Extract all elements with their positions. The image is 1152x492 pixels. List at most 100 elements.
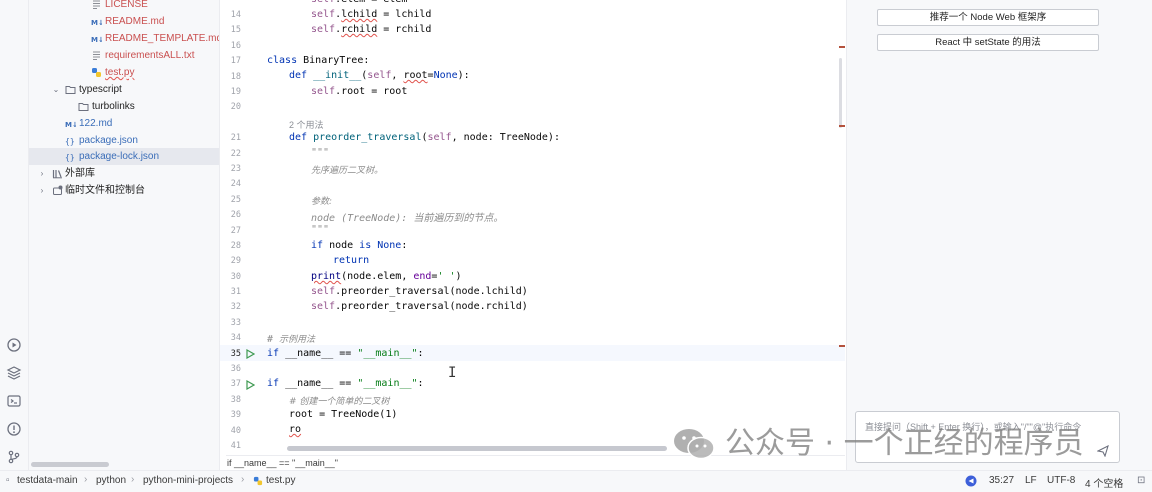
tree-item-typescript[interactable]: ⌄ typescript: [29, 81, 219, 98]
json-file-icon: {}: [65, 151, 76, 162]
line-number: 27: [230, 226, 241, 236]
code-line: ro: [289, 424, 302, 435]
line-number: 18: [230, 72, 241, 82]
breadcrumb-folder[interactable]: python: [96, 475, 126, 486]
code-editor[interactable]: 14 15 16 17 18 19 20 21 22 23 24 25 26 2…: [220, 0, 845, 455]
breadcrumb-separator: ›: [131, 474, 135, 485]
code-line: self.lchild = lchild: [311, 9, 432, 20]
breadcrumb-separator: ›: [241, 474, 245, 485]
project-root-icon: ▫: [6, 475, 10, 486]
tree-item-label: README_TEMPLATE.md: [105, 33, 220, 44]
line-ending[interactable]: LF: [1025, 475, 1037, 486]
line-number: 32: [230, 302, 241, 312]
code-line: class BinaryTree:: [267, 55, 370, 66]
error-stripe-marker[interactable]: [839, 46, 845, 48]
tree-item-label: package.json: [79, 135, 138, 146]
editor-gutter: 14 15 16 17 18 19 20 21 22 23 24 25 26 2…: [220, 0, 264, 455]
tree-item-scratches[interactable]: › 临时文件和控制台: [29, 182, 219, 199]
markdown-file-icon: M↓: [91, 33, 102, 44]
tree-item-readme[interactable]: M↓ README.md: [29, 13, 219, 30]
code-line: self.preorder_traversal(node.lchild): [311, 286, 528, 297]
scratch-icon: [52, 185, 63, 196]
chevron-right-icon[interactable]: ›: [37, 165, 47, 182]
line-number: 40: [230, 426, 241, 436]
run-icon[interactable]: [245, 380, 255, 390]
tree-horizontal-scrollbar[interactable]: [31, 462, 109, 467]
suggestion-button[interactable]: React 中 setState 的用法: [877, 34, 1099, 51]
breadcrumb-project[interactable]: testdata-main: [17, 475, 78, 486]
line-number: 29: [230, 256, 241, 266]
json-file-icon: {}: [65, 135, 76, 146]
svg-text:M↓: M↓: [91, 36, 102, 44]
code-line: self.rchild = rchild: [311, 24, 432, 35]
usage-hint[interactable]: 2 个用法: [289, 118, 324, 131]
tree-item-label: 临时文件和控制台: [65, 185, 145, 196]
lock-icon[interactable]: ⊡: [1137, 475, 1145, 486]
line-number: 17: [230, 56, 241, 66]
code-line: return: [333, 255, 370, 266]
tree-item-readme-template[interactable]: M↓ README_TEMPLATE.md: [29, 30, 219, 47]
python-file-icon: [91, 67, 102, 78]
error-stripe-marker[interactable]: [839, 125, 845, 127]
ai-assistant-status-icon[interactable]: [965, 475, 977, 490]
tree-item-122-md[interactable]: M↓ 122.md: [29, 115, 219, 132]
git-branch-icon[interactable]: [6, 449, 22, 465]
suggestion-button[interactable]: 推荐一个 Node Web 框架序: [877, 9, 1099, 26]
file-encoding[interactable]: UTF-8: [1047, 475, 1075, 486]
line-number: 22: [230, 149, 241, 159]
line-number: 35: [230, 349, 241, 359]
line-number: 25: [230, 195, 241, 205]
chevron-down-icon[interactable]: ⌄: [51, 81, 61, 98]
tree-item-package-lock[interactable]: {} package-lock.json: [29, 148, 219, 165]
python-file-icon: [253, 476, 263, 489]
code-line: self.elem = elem: [267, 0, 407, 5]
error-stripe-marker[interactable]: [839, 345, 845, 347]
breadcrumb-file[interactable]: test.py: [266, 475, 295, 486]
svg-text:M↓: M↓: [91, 19, 102, 27]
code-line: def __init__(self, root=None):: [289, 70, 470, 81]
watermark-text: 公众号 · 一个正经的程序员: [725, 426, 1084, 461]
line-number: 36: [230, 364, 241, 374]
line-number: 41: [230, 441, 241, 451]
tree-item-label: typescript: [79, 84, 122, 95]
layers-icon[interactable]: [6, 365, 22, 381]
tree-item-label: package-lock.json: [79, 151, 160, 162]
line-number: 26: [230, 210, 241, 220]
run-icon[interactable]: [245, 349, 255, 359]
code-line: 先序遍历二叉树。: [311, 166, 384, 176]
line-number: 34: [230, 333, 241, 343]
line-number: 15: [230, 25, 241, 35]
tree-item-test-py[interactable]: test.py: [29, 64, 219, 81]
tree-item-label: 122.md: [79, 118, 113, 129]
send-icon[interactable]: [1096, 442, 1109, 458]
cursor-position[interactable]: 35:27: [989, 475, 1014, 486]
tree-item-turbolinks[interactable]: turbolinks: [29, 98, 219, 115]
tree-item-package-json[interactable]: {} package.json: [29, 132, 219, 149]
chevron-right-icon[interactable]: ›: [37, 182, 47, 199]
tree-item-external-libraries[interactable]: › 外部库: [29, 165, 219, 182]
services-icon[interactable]: [6, 337, 22, 353]
line-number: 38: [230, 395, 241, 405]
problems-icon[interactable]: [6, 421, 22, 437]
tree-item-license[interactable]: LICENSE: [29, 0, 219, 13]
folder-icon: [65, 84, 76, 95]
text-file-icon: [91, 50, 102, 61]
project-tree: LICENSE M↓ README.md M↓ README_TEMPLATE.…: [29, 0, 220, 470]
line-number: 33: [230, 318, 241, 328]
breadcrumb-folder[interactable]: python-mini-projects: [143, 475, 233, 486]
code-line: """: [311, 147, 330, 158]
assistant-panel: 推荐一个 Node Web 框架序 React 中 setState 的用法 直…: [846, 0, 1152, 470]
terminal-icon[interactable]: [6, 393, 22, 409]
indent-setting[interactable]: 4 个空格: [1085, 475, 1123, 490]
tree-item-label: LICENSE: [105, 0, 148, 10]
line-number: 14: [230, 10, 241, 20]
editor-vertical-scrollbar[interactable]: [839, 58, 842, 128]
editor-horizontal-scrollbar[interactable]: [287, 446, 667, 451]
tree-item-requirements[interactable]: requirementsALL.txt: [29, 47, 219, 64]
code-line: if __name__ == "__main__":: [267, 348, 424, 359]
library-icon: [52, 168, 63, 179]
tree-item-label: test.py: [105, 67, 135, 78]
svg-text:{}: {}: [65, 137, 75, 146]
code-line: self.preorder_traversal(node.rchild): [311, 301, 528, 312]
status-bar: ▫ testdata-main › python › python-mini-p…: [0, 470, 1152, 492]
